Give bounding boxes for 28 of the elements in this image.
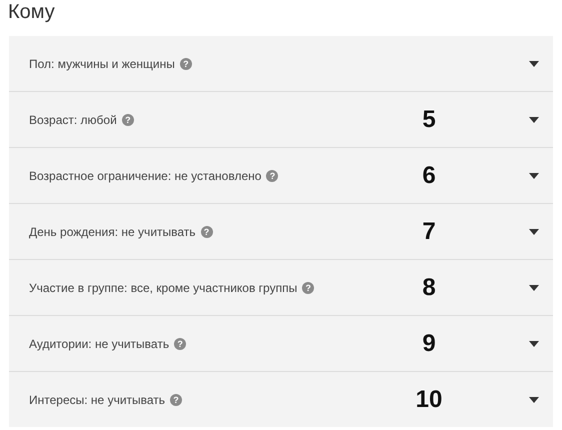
dropdown-row[interactable]: Возрастное ограничение: не установлено ? 6 <box>9 148 553 204</box>
row-label: Возраст: любой <box>29 112 117 126</box>
caret-icon[interactable] <box>529 116 539 122</box>
step-number: 10 <box>414 386 444 414</box>
dropdown-row[interactable]: День рождения: не учитывать ? 7 <box>9 204 553 260</box>
caret-icon[interactable] <box>529 340 539 346</box>
dropdown-row[interactable]: Возраст: любой ? 5 <box>9 92 553 148</box>
section-title: Кому <box>7 0 56 25</box>
row-label: День рождения: не учитывать <box>29 224 196 238</box>
step-number: 6 <box>421 162 437 190</box>
step-number: 8 <box>421 274 437 302</box>
step-number: 9 <box>421 330 437 358</box>
dropdown-row[interactable]: Участие в группе: все, кроме участников группы ? 8 <box>9 260 553 316</box>
dropdown-row[interactable]: Интересы: не учитывать ? 10 <box>9 372 553 427</box>
caret-icon[interactable] <box>529 284 539 290</box>
caret-icon[interactable] <box>529 228 539 234</box>
caret-icon[interactable] <box>529 60 539 66</box>
dropdown-row[interactable]: Аудитории: не учитывать ? 9 <box>9 316 553 372</box>
caret-icon[interactable] <box>529 172 539 178</box>
row-label: Интересы: не учитывать <box>29 392 166 406</box>
row-label: Аудитории: не учитывать <box>29 336 170 350</box>
row-label: Возрастное ограничение: не установлено <box>29 168 262 182</box>
caret-icon[interactable] <box>529 396 539 402</box>
row-label: Пол: мужчины и женщины <box>29 56 175 70</box>
step-number: 7 <box>421 218 437 246</box>
dropdown-row[interactable]: Пол: мужчины и женщины ? <box>9 36 553 92</box>
step-number: 5 <box>421 106 437 134</box>
row-label: Участие в группе: все, кроме участников группы <box>29 280 298 294</box>
